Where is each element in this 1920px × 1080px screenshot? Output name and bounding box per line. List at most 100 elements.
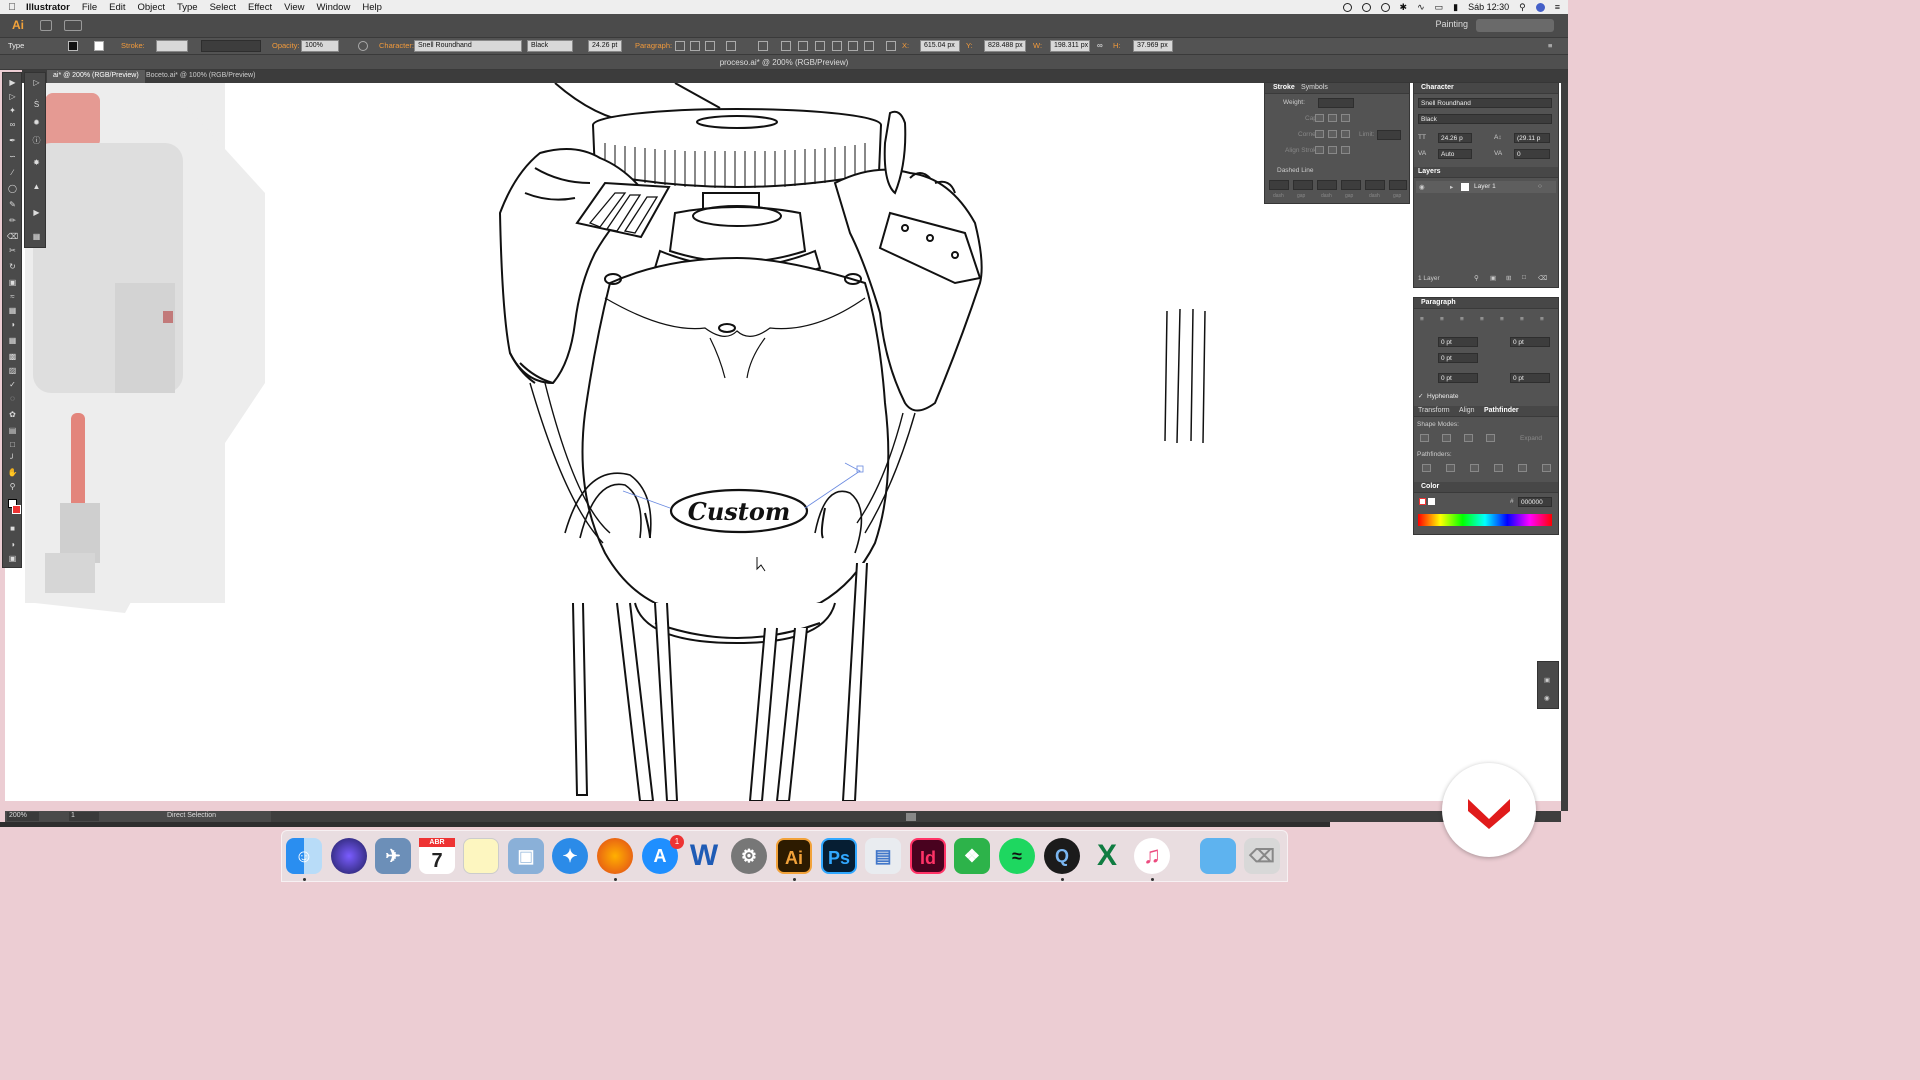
round-join-icon[interactable] [1328,130,1337,138]
align-right-edges-icon[interactable] [815,41,825,51]
dashed-line-label[interactable]: Dashed Line [1277,167,1314,174]
menu-window[interactable]: Window [311,2,357,13]
tab-character[interactable]: Character [1421,84,1454,91]
screen-mode-icon[interactable]: ▣ [6,553,19,564]
dash-2-input[interactable] [1317,180,1337,190]
align-top-icon[interactable] [832,41,842,51]
wifi-icon[interactable]: ∿ [1417,2,1425,13]
fill-swatch[interactable] [68,41,78,51]
space-before-input[interactable]: 0 pt [1438,373,1478,383]
calendar-icon[interactable]: ABR 7 [419,838,455,874]
dash-1-input[interactable] [1269,180,1289,190]
menu-file[interactable]: File [76,2,103,13]
play-action-icon[interactable]: ▶ [30,207,43,218]
font-family-select[interactable]: Snell Roundhand [414,40,522,52]
spotify-icon[interactable]: ≈ [999,838,1035,874]
airplay-icon[interactable]: ▭ [1435,2,1444,13]
scissors-tool-icon[interactable]: ✂ [6,245,19,256]
rotate-tool-icon[interactable]: ↻ [6,261,19,272]
symbol-sprayer-tool-icon[interactable]: ✿ [6,409,19,420]
round-cap-icon[interactable] [1328,114,1337,122]
live-paint-tool-icon[interactable]: ▲ [30,181,43,192]
align-bottom-icon[interactable] [864,41,874,51]
paragraph-align-right-icon[interactable]: ≡ [1460,316,1464,323]
exclude-icon[interactable] [1486,434,1495,442]
paragraph-align-center-icon[interactable]: ≡ [1440,316,1444,323]
ellipse-tool-icon[interactable]: ◯ [6,183,19,194]
character-kerning-input[interactable]: Auto [1438,149,1472,159]
menu-effect[interactable]: Effect [242,2,278,13]
paragraph-label[interactable]: Paragraph: [635,41,672,50]
type-on-path-tool-icon[interactable]: Ṡ [30,99,43,110]
x-field[interactable]: 615.04 px [920,40,960,52]
flare-tool-icon[interactable]: ✹ [30,117,43,128]
selection-tool-icon[interactable]: ▶ [6,77,19,88]
stroke-weight-input[interactable] [1318,98,1354,108]
paintbrush-tool-icon[interactable]: ✎ [6,199,19,210]
gap-1-input[interactable] [1293,180,1313,190]
appearance-panel-icon[interactable]: ▣ [1544,676,1550,684]
delete-layer-icon[interactable]: ⌫ [1538,274,1547,282]
line-tool-icon[interactable]: ∕ [6,167,19,178]
layer-row[interactable]: ◉ ▸ Layer 1 ○ [1416,181,1556,193]
menu-help[interactable]: Help [356,2,388,13]
crop-icon[interactable] [1494,464,1503,472]
left-indent-input[interactable]: 0 pt [1438,337,1478,347]
white-swatch[interactable] [1428,498,1435,505]
group-selection-tool-icon[interactable]: ▷ [30,77,43,88]
grid-tool-icon[interactable]: ▦ [30,231,43,242]
link-proportions-icon[interactable]: ∞ [1097,41,1107,51]
miter-join-icon[interactable] [1315,130,1324,138]
fill-color-icon[interactable] [12,505,21,514]
right-indent-input[interactable]: 0 pt [1510,337,1550,347]
quicktime-icon[interactable]: Q [1044,838,1080,874]
word-icon[interactable]: W [686,838,722,874]
new-layer-icon[interactable]: □ [1522,274,1526,281]
keynote-icon[interactable]: ▤ [865,838,901,874]
evernote-icon[interactable]: ❖ [954,838,990,874]
notification-center-icon[interactable]: ≡ [1555,2,1560,12]
tab-boceto[interactable]: Boceto.ai* @ 100% (RGB/Preview) [140,70,261,83]
horizontal-scroll-thumb[interactable] [906,813,916,821]
square-cap-icon[interactable] [1341,114,1350,122]
shape-builder-tool-icon[interactable]: ◑ [6,319,19,330]
arrange-documents-icon[interactable] [64,20,82,31]
downloads-folder-icon[interactable] [1200,838,1236,874]
graphic-styles-icon[interactable]: ◉ [1544,694,1550,702]
artboard-tool-icon[interactable]: □ [6,439,19,450]
slice-tool-icon[interactable]: ╯ [6,453,19,464]
layer-name[interactable]: Layer 1 [1474,183,1496,190]
trim-icon[interactable] [1446,464,1455,472]
star-tool-icon[interactable]: ✸ [30,157,43,168]
control-bar-menu-icon[interactable]: ≡ [1548,41,1558,51]
photoshop-dock-icon[interactable]: Ps [821,838,857,874]
align-left-icon[interactable] [675,41,685,51]
hex-color-input[interactable]: 000000 [1518,497,1552,507]
intersect-icon[interactable] [1464,434,1473,442]
direct-selection-tool-icon[interactable]: ▷ [6,91,19,102]
bridge-icon[interactable] [40,20,52,31]
zoom-select[interactable]: 200% [7,812,39,821]
color-mode-icon[interactable]: ■ [6,523,19,534]
safari-icon[interactable]: ✦ [552,838,588,874]
align-vcenter-icon[interactable] [848,41,858,51]
expand-button[interactable]: Expand [1520,435,1542,442]
illustrator-dock-icon[interactable]: Ai [776,838,812,874]
siri-icon[interactable] [1535,2,1545,12]
y-field[interactable]: 828.488 px [984,40,1026,52]
workspace-switcher[interactable]: Painting [1435,19,1468,29]
font-style-select[interactable]: Black [527,40,573,52]
finder-icon[interactable]: ☺ [286,838,322,874]
artboard-navigation[interactable]: 1 [69,812,99,821]
tab-symbols[interactable]: Symbols [1301,84,1328,91]
character-leading-input[interactable]: (29.11 p [1514,133,1550,143]
clock[interactable]: Sáb 12:30 [1468,2,1509,12]
help-search-input[interactable] [1476,19,1554,32]
menu-view[interactable]: View [278,2,310,13]
vertical-scrollbar[interactable] [1561,83,1568,811]
divide-icon[interactable] [1422,464,1431,472]
menu-select[interactable]: Select [204,2,242,13]
excel-icon[interactable]: X [1089,838,1125,874]
dash-3-input[interactable] [1365,180,1385,190]
layer-target-icon[interactable]: ○ [1538,183,1542,190]
